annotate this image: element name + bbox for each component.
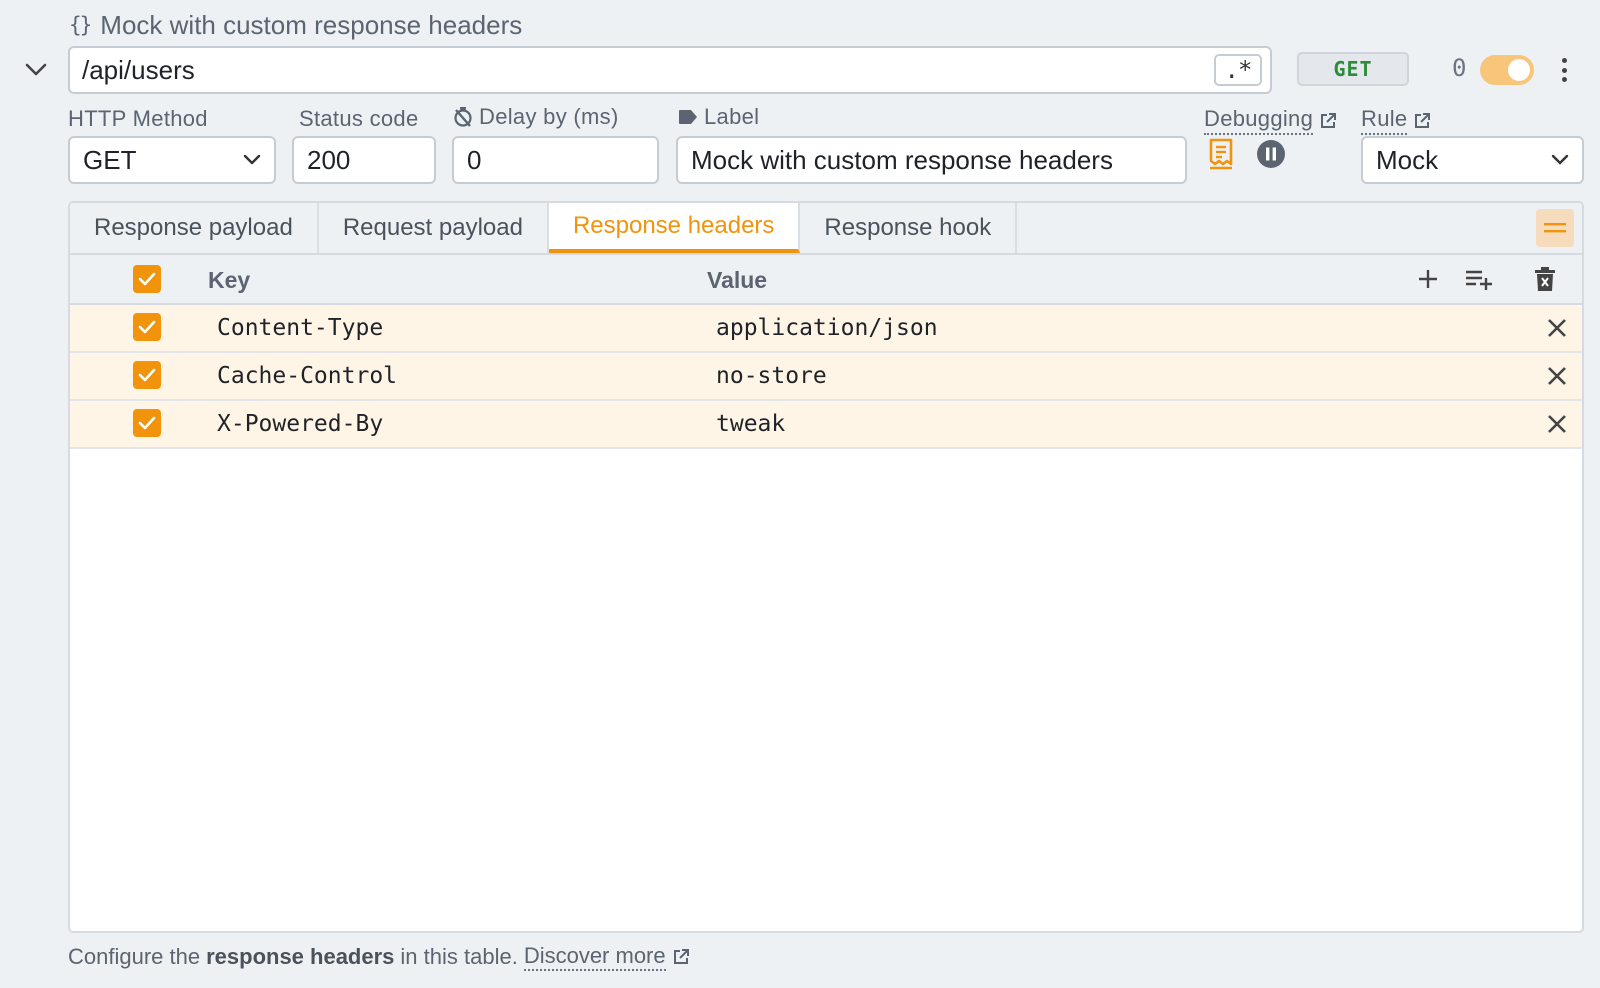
rule-title: {} Mock with custom response headers — [69, 10, 522, 40]
remove-row-icon[interactable] — [1544, 363, 1570, 389]
debugging-label[interactable]: Debugging — [1204, 106, 1337, 135]
rule-type-select[interactable]: Mock — [1361, 136, 1584, 184]
table-row: Content-Type application/json — [70, 305, 1582, 353]
drag-handle-icon[interactable] — [1536, 209, 1574, 247]
table-header: Key Value — [70, 255, 1582, 305]
add-row-icon[interactable] — [1416, 267, 1440, 291]
tab-request-payload[interactable]: Request payload — [318, 203, 549, 253]
chevron-down-icon — [243, 154, 261, 165]
regex-toggle-button[interactable]: .* — [1214, 54, 1262, 86]
delay-label: Delay by (ms) — [453, 104, 619, 130]
tab-response-headers[interactable]: Response headers — [548, 203, 801, 253]
chevron-down-icon — [1551, 154, 1569, 165]
label-input[interactable]: Mock with custom response headers — [676, 136, 1187, 184]
external-link-icon — [1321, 112, 1337, 128]
header-key[interactable]: Cache-Control — [217, 363, 397, 389]
remove-row-icon[interactable] — [1544, 315, 1570, 341]
http-method-select[interactable]: GET — [68, 136, 276, 184]
table-row: X-Powered-By tweak — [70, 401, 1582, 449]
tab-response-payload[interactable]: Response payload — [70, 203, 319, 253]
table-row: Cache-Control no-store — [70, 353, 1582, 401]
rule-label[interactable]: Rule — [1361, 106, 1431, 135]
url-pattern-value: /api/users — [82, 54, 195, 85]
hit-count: 0 — [1452, 54, 1467, 82]
log-receipt-icon[interactable] — [1208, 138, 1234, 170]
select-all-checkbox[interactable] — [133, 265, 161, 293]
collapse-chevron-icon[interactable] — [22, 56, 50, 84]
rule-title-text: Mock with custom response headers — [100, 9, 523, 40]
delay-input[interactable]: 0 — [452, 136, 659, 184]
status-code-input[interactable]: 200 — [292, 136, 436, 184]
rule-editor-panel: Response payload Request payload Respons… — [68, 201, 1584, 933]
delete-all-icon[interactable] — [1534, 266, 1556, 292]
header-value[interactable]: no-store — [716, 363, 827, 389]
row-checkbox[interactable] — [133, 313, 161, 341]
braces-icon: {} — [69, 13, 92, 37]
key-column-header: Key — [208, 267, 251, 293]
value-column-header: Value — [707, 267, 768, 293]
label-tag-icon — [679, 110, 697, 124]
footer-help-text: Configure the response headers in this t… — [68, 943, 690, 971]
add-bulk-rows-icon[interactable] — [1464, 267, 1494, 291]
http-method-label: HTTP Method — [68, 106, 208, 131]
header-value[interactable]: application/json — [716, 315, 938, 341]
row-checkbox[interactable] — [133, 409, 161, 437]
method-badge: GET — [1297, 52, 1409, 86]
label-field-label: Label — [678, 104, 759, 130]
more-options-icon[interactable] — [1556, 54, 1572, 86]
status-code-label: Status code — [299, 106, 419, 131]
toggle-knob — [1508, 59, 1530, 81]
tab-bar: Response payload Request payload Respons… — [70, 203, 1582, 255]
url-pattern-input[interactable]: /api/users .* — [68, 46, 1272, 94]
pause-icon[interactable] — [1256, 139, 1286, 169]
remove-row-icon[interactable] — [1544, 411, 1570, 437]
tab-response-hook[interactable]: Response hook — [800, 203, 1018, 253]
external-link-icon — [673, 949, 689, 964]
timer-off-icon — [454, 107, 472, 127]
discover-more-link[interactable]: Discover more — [523, 943, 666, 971]
debugging-controls — [1208, 138, 1286, 170]
header-key[interactable]: X-Powered-By — [217, 411, 383, 437]
rule-enabled-toggle[interactable] — [1480, 55, 1534, 85]
row-checkbox[interactable] — [133, 361, 161, 389]
header-value[interactable]: tweak — [716, 411, 785, 437]
external-link-icon — [1415, 112, 1431, 128]
header-key[interactable]: Content-Type — [217, 315, 383, 341]
